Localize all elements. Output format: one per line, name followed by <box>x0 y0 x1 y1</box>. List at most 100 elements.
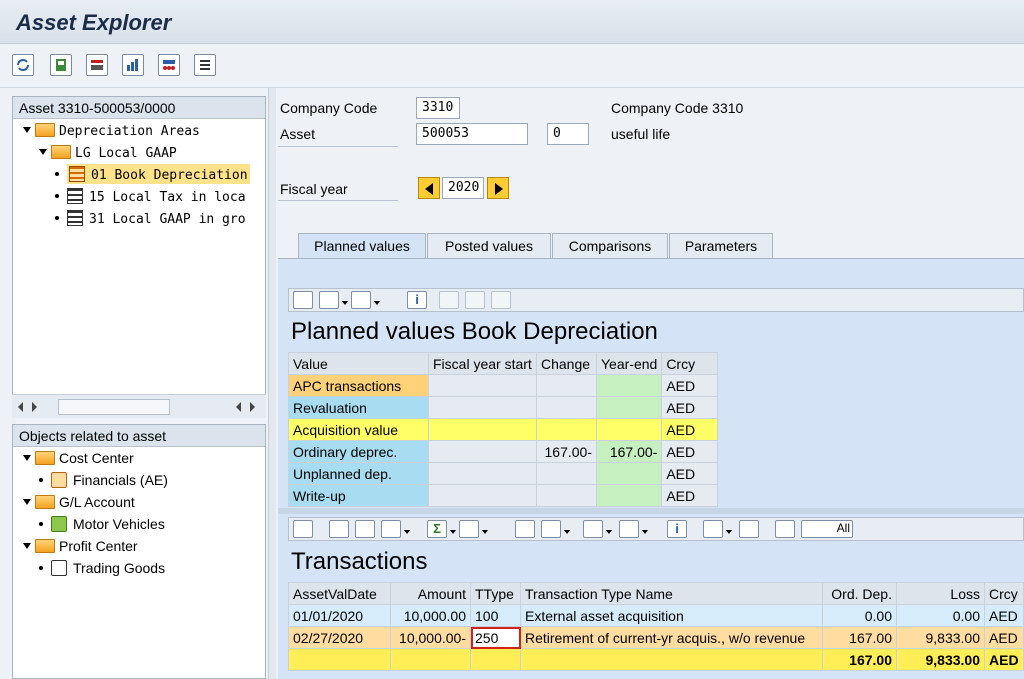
tree-icon[interactable] <box>158 54 180 76</box>
asset-label: Asset <box>280 126 316 142</box>
grid-splitter[interactable] <box>278 508 1024 514</box>
transactions-table: AssetValDate Amount TType Transaction Ty… <box>288 582 1024 671</box>
planned-values-table: Value Fiscal year start Change Year-end … <box>288 352 719 507</box>
expand-icon[interactable] <box>39 149 47 155</box>
refresh-grid-icon <box>439 291 459 309</box>
tab-parameters[interactable]: Parameters <box>669 233 773 259</box>
show-all-button[interactable]: All <box>801 520 853 538</box>
expand-icon[interactable] <box>23 455 31 461</box>
export-icon[interactable] <box>351 291 371 309</box>
tree-node-profit-center[interactable]: Profit Center <box>23 538 138 560</box>
sort-ascending-icon[interactable] <box>329 520 349 538</box>
tab-comparisons[interactable]: Comparisons <box>552 233 668 259</box>
folder-icon <box>35 539 55 553</box>
folder-icon <box>35 495 55 509</box>
chart-icon[interactable] <box>122 54 144 76</box>
previous-year-button[interactable] <box>418 177 440 199</box>
table-row[interactable]: 01/01/2020 10,000.00 100 External asset … <box>288 604 1024 627</box>
related-objects-header: Objects related to asset <box>13 425 265 447</box>
table-row[interactable]: Revaluation AED <box>288 396 719 419</box>
sort-descending-icon[interactable] <box>355 520 375 538</box>
tree-node-gl-account[interactable]: G/L Account <box>23 494 135 516</box>
depreciation-area-icon <box>69 166 85 182</box>
asset-subnumber-field[interactable]: 0 <box>547 123 589 145</box>
values-icon[interactable] <box>86 54 108 76</box>
tab-planned-values[interactable]: Planned values <box>298 233 426 261</box>
tab-posted-values[interactable]: Posted values <box>427 233 551 259</box>
total-ord-dep: 167.00 <box>822 648 897 671</box>
refresh-icon[interactable] <box>12 54 34 76</box>
asset-tree-header: Asset 3310-500053/0000 <box>13 97 265 119</box>
table-row[interactable]: 02/27/2020 10,000.00- 250 Retirement of … <box>288 626 1024 649</box>
details-icon[interactable] <box>293 520 313 538</box>
fiscal-year-label: Fiscal year <box>280 181 348 197</box>
view-icon[interactable] <box>541 520 561 538</box>
tree-node-cost-center[interactable]: Cost Center <box>23 450 134 472</box>
print-icon[interactable] <box>515 520 535 538</box>
document-icon <box>51 560 67 576</box>
table-row[interactable]: Acquisition value AED <box>288 418 719 441</box>
list-icon[interactable] <box>194 54 216 76</box>
sum-icon[interactable]: Σ <box>427 520 447 538</box>
scroll-thumb[interactable] <box>58 399 170 415</box>
totals-row: 167.00 9,833.00 AED <box>288 648 1024 671</box>
expand-icon[interactable] <box>23 543 31 549</box>
table-row[interactable]: Ordinary deprec. 167.00- 167.00- AED <box>288 440 719 463</box>
transactions-grid-toolbar: Σ i All <box>288 517 1024 541</box>
subtotal-icon[interactable] <box>459 520 479 538</box>
scroll-right-icon[interactable] <box>236 402 256 412</box>
cost-center-icon <box>51 472 67 488</box>
table-header-row: Value Fiscal year start Change Year-end … <box>288 352 719 375</box>
tree-node-financials-ae[interactable]: Financials (AE) <box>39 472 168 494</box>
planned-grid-toolbar: i <box>288 288 1024 312</box>
title-bar: Asset Explorer <box>0 0 1024 44</box>
filter-icon[interactable] <box>381 520 401 538</box>
depreciation-area-icon <box>67 188 83 204</box>
save-icon[interactable] <box>50 54 72 76</box>
arrow-right-icon <box>495 183 503 195</box>
app-title: Asset Explorer <box>16 10 172 35</box>
related-objects-panel: Objects related to asset Cost Center Fin… <box>12 424 266 679</box>
tree-node-area-01[interactable]: 01 Book Depreciation <box>55 164 250 188</box>
tree-node-motor-vehicles[interactable]: Motor Vehicles <box>39 516 165 538</box>
main-toolbar <box>0 44 1024 88</box>
transactions-title: Transactions <box>291 548 428 575</box>
folder-icon <box>51 145 71 159</box>
scroll-left-icon[interactable] <box>18 402 38 412</box>
expand-icon[interactable] <box>23 499 31 505</box>
export-icon[interactable] <box>583 520 603 538</box>
arrow-left-icon <box>425 183 433 195</box>
fiscal-year-field[interactable]: 2020 <box>442 177 484 199</box>
next-year-button[interactable] <box>487 177 509 199</box>
expand-all-icon[interactable] <box>775 520 795 538</box>
info-icon[interactable]: i <box>667 520 687 538</box>
tree-node-area-15[interactable]: 15 Local Tax in loca <box>55 188 246 210</box>
asset-description: useful life <box>611 126 671 142</box>
tree-horizontal-scrollbar[interactable] <box>12 394 266 418</box>
calculator-icon <box>465 291 485 309</box>
company-code-field[interactable]: 3310 <box>416 97 460 119</box>
print-icon[interactable] <box>293 291 313 309</box>
table-row[interactable]: Unplanned dep. AED <box>288 462 719 485</box>
tree-node-trading-goods[interactable]: Trading Goods <box>39 560 165 582</box>
layout-icon[interactable] <box>619 520 639 538</box>
asset-number-field[interactable]: 500053 <box>416 123 528 145</box>
tree-node-area-31[interactable]: 31 Local GAAP in gro <box>55 210 246 232</box>
tree-node-depreciation-areas[interactable]: Depreciation Areas <box>23 122 200 144</box>
table-row[interactable]: Write-up AED <box>288 484 719 507</box>
table-row[interactable]: APC transactions AED <box>288 374 719 397</box>
ttype-selected-cell[interactable]: 250 <box>470 626 521 649</box>
expand-icon[interactable] <box>23 127 31 133</box>
view-icon[interactable] <box>319 291 339 309</box>
stamp-icon[interactable] <box>739 520 759 538</box>
asset-tree-panel: Asset 3310-500053/0000 Depreciation Area… <box>12 96 266 418</box>
panel-splitter[interactable] <box>268 88 276 679</box>
company-code-label: Company Code <box>280 100 378 116</box>
settings-icon <box>491 291 511 309</box>
table-header-row: AssetValDate Amount TType Transaction Ty… <box>288 582 1024 605</box>
tree-node-lg-local-gaap[interactable]: LG Local GAAP <box>39 144 177 166</box>
folder-icon <box>35 451 55 465</box>
document-icon[interactable] <box>703 520 723 538</box>
depreciation-area-icon <box>67 210 83 226</box>
info-icon[interactable]: i <box>407 291 427 309</box>
